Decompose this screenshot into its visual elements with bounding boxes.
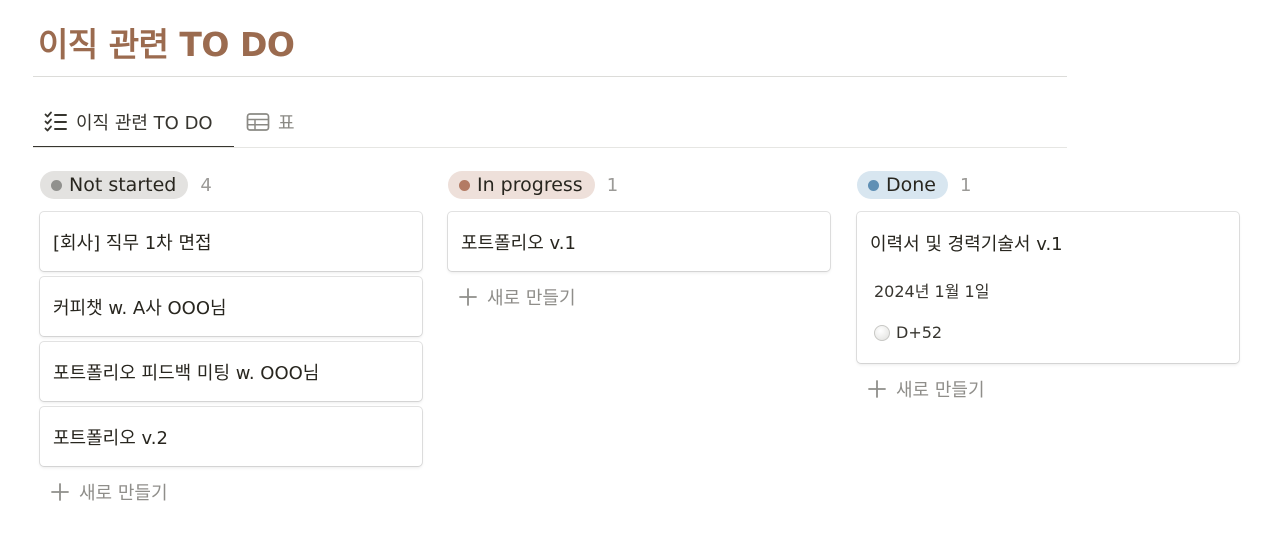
- tab-table-label: 표: [278, 113, 295, 134]
- tabs-divider: [33, 147, 1067, 148]
- board-column-in-progress: In progress 1 포트폴리오 v.1 새로 만들기: [448, 170, 830, 317]
- card-title: 포트폴리오 피드백 미팅 w. OOO님: [53, 362, 320, 384]
- title-divider: [33, 76, 1067, 77]
- status-label: Done: [886, 174, 936, 196]
- board-card[interactable]: 포트폴리오 v.1: [448, 212, 830, 271]
- tab-board-label: 이직 관련 TO DO: [76, 113, 213, 134]
- tab-table-view[interactable]: 표: [245, 96, 295, 148]
- board-column-not-started: Not started 4 [회사] 직무 1차 면접 커피챗 w. A사 OO…: [40, 170, 422, 512]
- plus-icon: [868, 380, 886, 398]
- new-card-button[interactable]: 새로 만들기: [857, 369, 1239, 409]
- new-card-label: 새로 만들기: [79, 483, 168, 504]
- card-dday: D+52: [874, 323, 1226, 342]
- card-title: 포트폴리오 v.2: [53, 427, 168, 449]
- card-count: 4: [200, 174, 212, 196]
- new-card-label: 새로 만들기: [896, 380, 985, 401]
- card-count: 1: [960, 174, 972, 196]
- new-card-label: 새로 만들기: [487, 288, 576, 309]
- dday-label: D+52: [896, 323, 943, 342]
- card-title: [회사] 직무 1차 면접: [53, 232, 212, 254]
- new-card-button[interactable]: 새로 만들기: [40, 472, 422, 512]
- board-card[interactable]: 포트폴리오 피드백 미팅 w. OOO님: [40, 342, 422, 401]
- status-badge[interactable]: In progress: [448, 171, 595, 199]
- card-title: 포트폴리오 v.1: [461, 232, 576, 254]
- card-date: 2024년 1월 1일: [874, 282, 990, 301]
- status-dot: [868, 179, 879, 191]
- plus-icon: [459, 288, 477, 306]
- column-header: In progress 1: [448, 170, 830, 200]
- circle-icon: [874, 324, 890, 341]
- card-title: 이력서 및 경력기술서 v.1: [870, 234, 1063, 255]
- checklist-icon: [44, 111, 67, 132]
- board-column-done: Done 1 이력서 및 경력기술서 v.1 2024년 1월 1일 D+52 …: [857, 170, 1239, 409]
- status-dot: [51, 179, 62, 191]
- plus-icon: [51, 483, 69, 501]
- new-card-button[interactable]: 새로 만들기: [448, 277, 830, 317]
- card-title: 커피챗 w. A사 OOO님: [53, 297, 227, 319]
- board-card[interactable]: 커피챗 w. A사 OOO님: [40, 277, 422, 336]
- column-header: Done 1: [857, 170, 1239, 200]
- board-card[interactable]: 이력서 및 경력기술서 v.1 2024년 1월 1일 D+52: [857, 212, 1239, 363]
- column-header: Not started 4: [40, 170, 422, 200]
- card-count: 1: [606, 174, 619, 196]
- table-icon: [246, 113, 270, 131]
- status-badge[interactable]: Not started: [40, 171, 189, 199]
- page-title: 이직 관련 TO DO: [38, 25, 295, 64]
- view-tabs: 이직 관련 TO DO 표: [33, 96, 1067, 148]
- board-card[interactable]: [회사] 직무 1차 면접: [40, 212, 422, 271]
- tab-board-view[interactable]: 이직 관련 TO DO: [33, 96, 234, 148]
- status-label: In progress: [477, 174, 583, 196]
- status-dot: [459, 179, 470, 191]
- status-label: Not started: [69, 174, 177, 196]
- board-card[interactable]: 포트폴리오 v.2: [40, 407, 422, 466]
- status-badge[interactable]: Done: [857, 171, 948, 199]
